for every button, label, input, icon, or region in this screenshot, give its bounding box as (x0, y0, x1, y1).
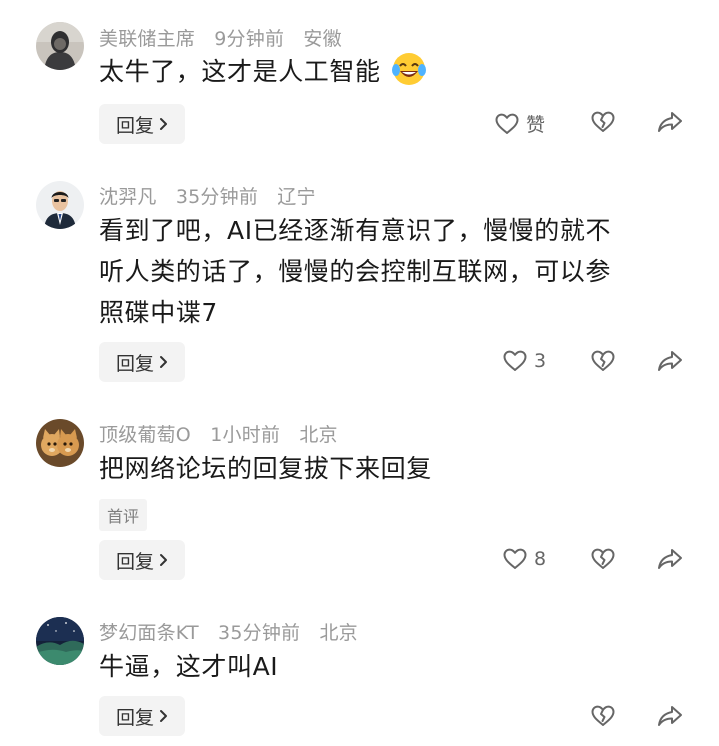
timestamp: 9分钟前 (214, 28, 285, 50)
reply-button[interactable]: 回复 (99, 342, 185, 382)
username[interactable]: 美联储主席 (99, 28, 195, 50)
region: 安徽 (303, 28, 342, 50)
share-button[interactable] (656, 110, 684, 134)
username[interactable]: 沈羿凡 (99, 186, 157, 208)
laughing-tears-emoji (392, 53, 427, 85)
comment-text-content: 太牛了，这才是人工智能 (99, 57, 381, 86)
dislike-button[interactable] (590, 110, 616, 134)
comment-text-line: 听人类的话了，慢慢的会控制互联网，可以参 (99, 257, 612, 286)
broken-heart-icon (591, 705, 615, 726)
comment-text: 把网络论坛的回复拔下来回复 (99, 448, 689, 489)
like-button[interactable]: 3 (502, 349, 546, 373)
like-label: 赞 (526, 114, 546, 136)
username[interactable]: 顶级葡萄O (99, 424, 191, 446)
reply-button[interactable]: 回复 (99, 696, 185, 736)
share-arrow-icon (658, 351, 682, 371)
share-arrow-icon (658, 112, 682, 132)
timestamp: 1小时前 (210, 424, 281, 446)
comment-meta: 沈羿凡 35分钟前 辽宁 (99, 182, 329, 209)
chevron-right-icon (160, 554, 167, 566)
reply-button[interactable]: 回复 (99, 104, 185, 144)
chevron-right-icon (160, 710, 167, 722)
reply-label: 回复 (115, 114, 154, 137)
dislike-button[interactable] (590, 547, 616, 571)
share-arrow-icon (658, 549, 682, 569)
avatar[interactable] (36, 617, 84, 665)
comment-text: 牛逼，这才叫AI (99, 646, 689, 687)
like-count: 3 (534, 350, 547, 372)
avatar[interactable] (36, 22, 84, 70)
comment-text-line: 看到了吧，AI已经逐渐有意识了，慢慢的就不 (99, 216, 612, 245)
two-cats-avatar (36, 419, 84, 467)
region: 北京 (319, 622, 358, 644)
person-in-dark-hoodie-avatar (36, 22, 84, 70)
chevron-right-icon (160, 118, 167, 130)
like-count: 8 (534, 548, 547, 570)
timestamp: 35分钟前 (175, 186, 259, 208)
comment-meta: 梦幻面条KT 35分钟前 北京 (99, 618, 371, 645)
comment-meta: 美联储主席 9分钟前 安徽 (99, 24, 355, 51)
chevron-right-icon (160, 356, 167, 368)
reply-label: 回复 (115, 352, 154, 375)
broken-heart-icon (591, 350, 615, 371)
comment-meta: 顶级葡萄O 1小时前 北京 (99, 420, 351, 447)
broken-heart-icon (591, 111, 615, 132)
region: 辽宁 (277, 186, 316, 208)
share-button[interactable] (656, 349, 684, 373)
share-button[interactable] (656, 704, 684, 728)
comment-text-line: 照碟中谍7 (99, 298, 218, 327)
comment-text: 太牛了，这才是人工智能 (99, 51, 689, 92)
person-in-suit-avatar (36, 181, 84, 229)
share-arrow-icon (658, 706, 682, 726)
avatar[interactable] (36, 181, 84, 229)
heart-outline-icon (503, 548, 527, 569)
like-button[interactable]: 8 (502, 547, 546, 571)
first-comment-badge: 首评 (99, 499, 148, 531)
avatar[interactable] (36, 419, 84, 467)
like-button[interactable]: 赞 (494, 110, 545, 137)
comment-text-content: 牛逼，这才叫AI (99, 652, 279, 681)
username[interactable]: 梦幻面条KT (99, 622, 199, 644)
heart-outline-icon (495, 113, 519, 134)
dislike-button[interactable] (590, 349, 616, 373)
share-button[interactable] (656, 547, 684, 571)
region: 北京 (299, 424, 338, 446)
dislike-button[interactable] (590, 704, 616, 728)
reply-label: 回复 (115, 706, 154, 729)
comment-text: 看到了吧，AI已经逐渐有意识了，慢慢的就不 听人类的话了，慢慢的会控制互联网，可… (99, 210, 689, 333)
heart-outline-icon (503, 350, 527, 371)
broken-heart-icon (591, 548, 615, 569)
timestamp: 35分钟前 (218, 622, 301, 644)
reply-button[interactable]: 回复 (99, 540, 185, 580)
night-sky-landscape-avatar (36, 617, 84, 665)
reply-label: 回复 (115, 550, 154, 573)
comment-text-content: 把网络论坛的回复拔下来回复 (99, 454, 432, 483)
